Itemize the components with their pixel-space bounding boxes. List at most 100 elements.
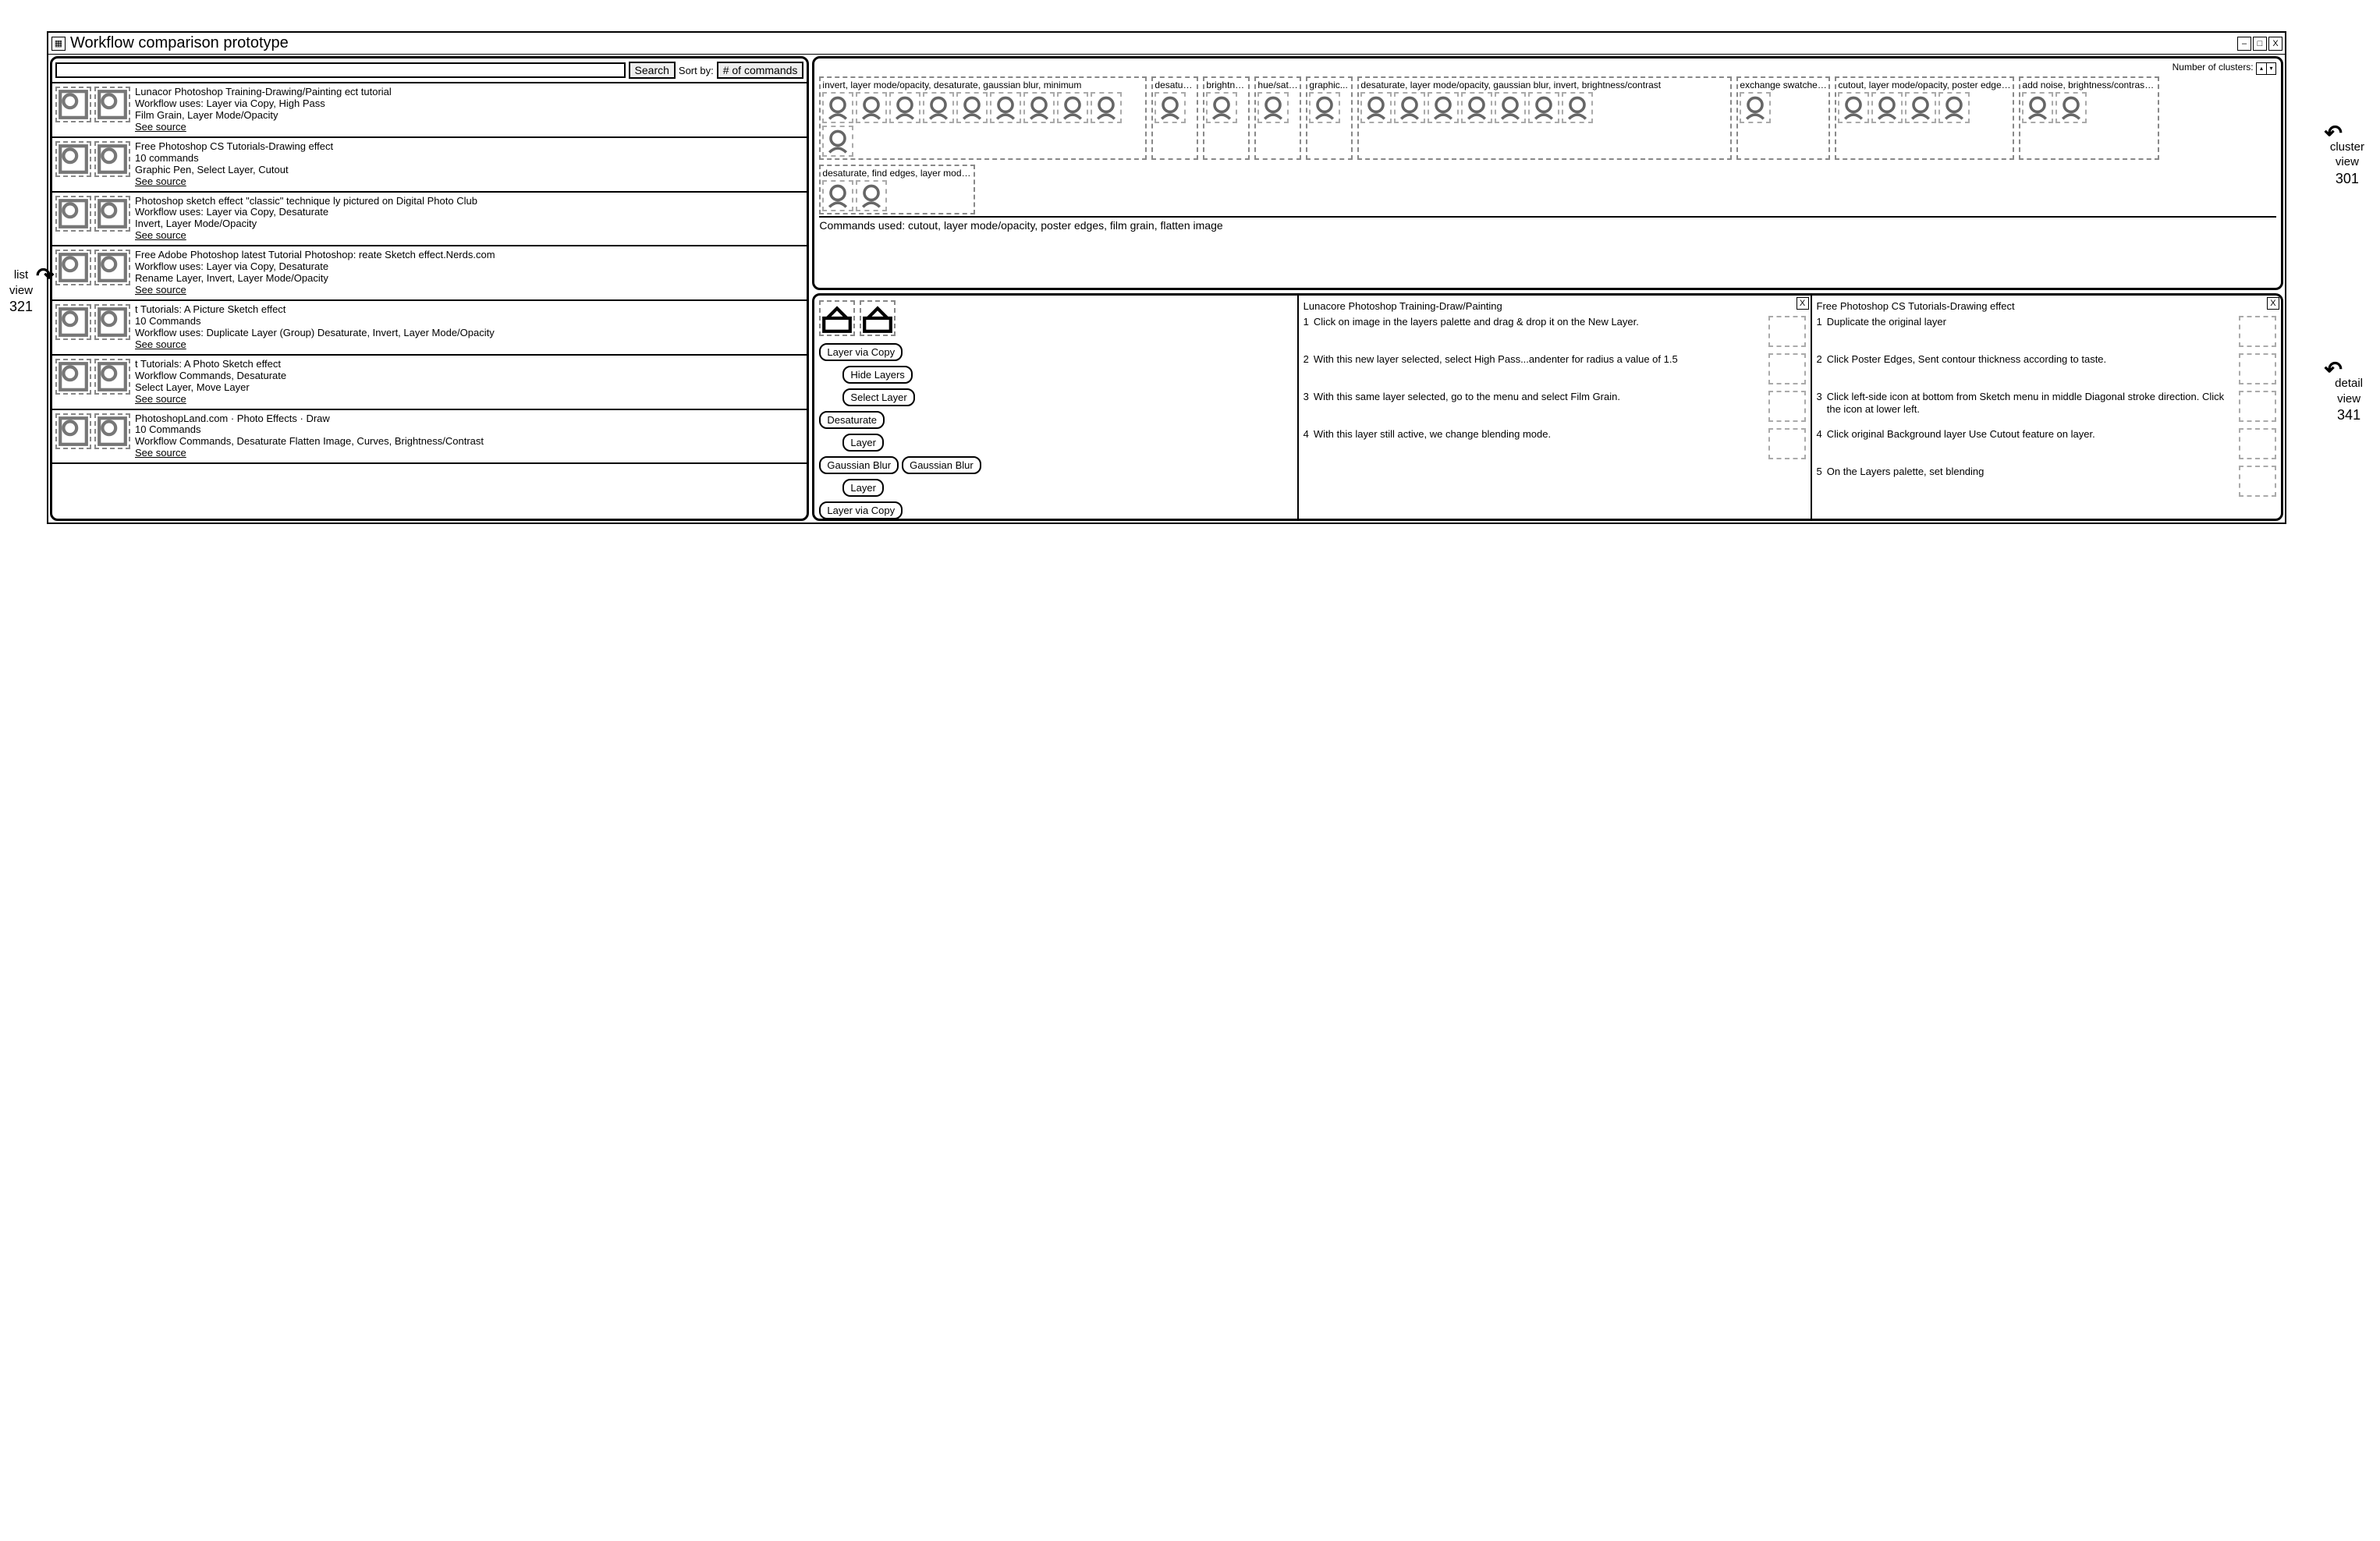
workflow-title: Lunacore Photoshop Training-Draw/Paintin… <box>1304 300 1806 313</box>
cluster-thumbnail[interactable] <box>822 126 853 157</box>
cluster-group[interactable]: brightness... <box>1203 76 1250 160</box>
step-text: Click Poster Edges, Sent contour thickne… <box>1827 353 2231 384</box>
cluster-thumbnail[interactable] <box>1938 92 1970 123</box>
step-text: With this same layer selected, go to the… <box>1314 391 1761 422</box>
list-item[interactable]: Free Photoshop CS Tutorials-Drawing effe… <box>52 138 807 193</box>
cluster-thumbnail[interactable] <box>1740 92 1771 123</box>
cluster-thumbnail[interactable] <box>1428 92 1459 123</box>
cluster-group[interactable]: cutout, layer mode/opacity, poster edges… <box>1835 76 2014 160</box>
thumbnail-icon <box>55 141 91 177</box>
cluster-thumbnail[interactable] <box>1495 92 1526 123</box>
minimize-button[interactable]: – <box>2237 37 2251 51</box>
item-title: Free Photoshop CS Tutorials-Drawing effe… <box>135 141 333 153</box>
cluster-thumbnail[interactable] <box>1023 92 1055 123</box>
cluster-thumbnail[interactable] <box>1155 92 1186 123</box>
cluster-thumbnail[interactable] <box>1206 92 1237 123</box>
item-title: Lunacor Photoshop Training-Drawing/Paint… <box>135 87 392 98</box>
workflow-node[interactable]: Layer via Copy <box>819 501 903 519</box>
workflow-node[interactable]: Hide Layers <box>842 366 912 384</box>
list-item[interactable]: t Tutorials: A Picture Sketch effect10 C… <box>52 301 807 356</box>
sort-dropdown[interactable]: # of commands <box>717 62 804 79</box>
cluster-thumbnail[interactable] <box>1257 92 1289 123</box>
step-number: 1 <box>1817 316 1822 347</box>
see-source-link[interactable]: See source <box>135 176 333 188</box>
cluster-thumbnail[interactable] <box>1871 92 1903 123</box>
list-item[interactable]: PhotoshopLand.com · Photo Effects · Draw… <box>52 410 807 465</box>
cluster-thumbnail[interactable] <box>822 92 853 123</box>
workflow-node[interactable]: Gaussian Blur <box>902 456 981 474</box>
cluster-group[interactable]: desaturate... <box>1151 76 1198 160</box>
step-number: 3 <box>1817 391 1822 422</box>
close-button[interactable]: X <box>2268 37 2282 51</box>
system-menu-icon[interactable]: ▦ <box>51 37 66 51</box>
cluster-thumbnail[interactable] <box>1528 92 1559 123</box>
chevron-up-icon[interactable]: ▴ <box>2257 63 2266 74</box>
see-source-link[interactable]: See source <box>135 122 392 133</box>
cluster-thumbnail[interactable] <box>923 92 954 123</box>
arrow-icon: ↷ <box>36 263 54 289</box>
num-clusters-stepper[interactable]: ▴▾ <box>2256 62 2276 75</box>
cluster-thumbnail[interactable] <box>956 92 988 123</box>
cluster-thumbnail[interactable] <box>1360 92 1392 123</box>
workflow-step: 3Click left-side icon at bottom from Ske… <box>1817 391 2276 422</box>
see-source-link[interactable]: See source <box>135 285 495 296</box>
see-source-link[interactable]: See source <box>135 394 286 406</box>
workflow-node[interactable]: Layer <box>842 479 884 497</box>
cluster-group[interactable]: hue/saturate... <box>1254 76 1301 160</box>
workflow-node[interactable]: Select Layer <box>842 388 914 406</box>
see-source-link[interactable]: See source <box>135 448 484 459</box>
cluster-group[interactable]: add noise, brightness/contrast, brush to… <box>2019 76 2159 160</box>
item-line: Workflow Commands, Desaturate Flatten Im… <box>135 436 484 448</box>
list-item[interactable]: Photoshop sketch effect "classic" techni… <box>52 193 807 247</box>
thumbnail-icon <box>94 304 130 340</box>
cluster-thumbnail[interactable] <box>1091 92 1122 123</box>
cluster-thumbnail[interactable] <box>856 92 887 123</box>
list-item[interactable]: Free Adobe Photoshop latest Tutorial Pho… <box>52 246 807 301</box>
close-icon[interactable]: X <box>2267 297 2279 310</box>
cluster-thumbnail[interactable] <box>1905 92 1936 123</box>
step-thumbnail <box>1768 316 1806 347</box>
close-icon[interactable]: X <box>1797 297 1809 310</box>
workflow-title: Free Photoshop CS Tutorials-Drawing effe… <box>1817 300 2276 313</box>
thumbnail-icon <box>94 196 130 232</box>
cluster-thumbnail[interactable] <box>822 180 853 211</box>
cluster-thumbnail[interactable] <box>1394 92 1425 123</box>
search-input[interactable] <box>55 62 626 78</box>
thumbnail-icon[interactable] <box>819 300 855 336</box>
cluster-thumbnail[interactable] <box>1057 92 1088 123</box>
cluster-thumbnail[interactable] <box>1309 92 1340 123</box>
see-source-link[interactable]: See source <box>135 339 495 351</box>
cluster-group[interactable]: desaturate, find edges, layer mode/opaci… <box>819 165 975 214</box>
cluster-group[interactable]: invert, layer mode/opacity, desaturate, … <box>819 76 1147 160</box>
workflow-node[interactable]: Desaturate <box>819 411 885 429</box>
thumbnail-icon[interactable] <box>860 300 896 336</box>
workflow-node[interactable]: Gaussian Blur <box>819 456 899 474</box>
cluster-thumbnail[interactable] <box>1562 92 1593 123</box>
workflow-node[interactable]: Layer via Copy <box>819 343 903 361</box>
cluster-group[interactable]: graphic... <box>1306 76 1353 160</box>
list-item[interactable]: Lunacor Photoshop Training-Drawing/Paint… <box>52 83 807 138</box>
search-button[interactable]: Search <box>629 62 676 79</box>
item-title: t Tutorials: A Photo Sketch effect <box>135 359 286 370</box>
chevron-down-icon[interactable]: ▾ <box>2266 63 2275 74</box>
item-line: Invert, Layer Mode/Opacity <box>135 218 477 230</box>
thumbnail-icon <box>55 250 91 285</box>
cluster-group[interactable]: desaturate, layer mode/opacity, gaussian… <box>1357 76 1732 160</box>
cluster-thumbnail[interactable] <box>1461 92 1492 123</box>
cluster-label: graphic... <box>1309 80 1350 90</box>
see-source-link[interactable]: See source <box>135 230 477 242</box>
list-item[interactable]: t Tutorials: A Photo Sketch effectWorkfl… <box>52 356 807 410</box>
cluster-thumbnail[interactable] <box>2022 92 2053 123</box>
workflow-node[interactable]: Layer <box>842 434 884 452</box>
arrow-icon: ↶ <box>2325 120 2343 146</box>
cluster-label: desaturate, layer mode/opacity, gaussian… <box>1360 80 1729 90</box>
cluster-thumbnail[interactable] <box>990 92 1021 123</box>
cluster-thumbnail[interactable] <box>2055 92 2087 123</box>
cluster-thumbnail[interactable] <box>856 180 887 211</box>
cluster-thumbnail[interactable] <box>1838 92 1869 123</box>
cluster-group[interactable]: exchange swatches, high... <box>1736 76 1830 160</box>
thumbnail-icon <box>94 359 130 395</box>
maximize-button[interactable]: □ <box>2253 37 2267 51</box>
step-thumbnail <box>1768 353 1806 384</box>
cluster-thumbnail[interactable] <box>889 92 920 123</box>
